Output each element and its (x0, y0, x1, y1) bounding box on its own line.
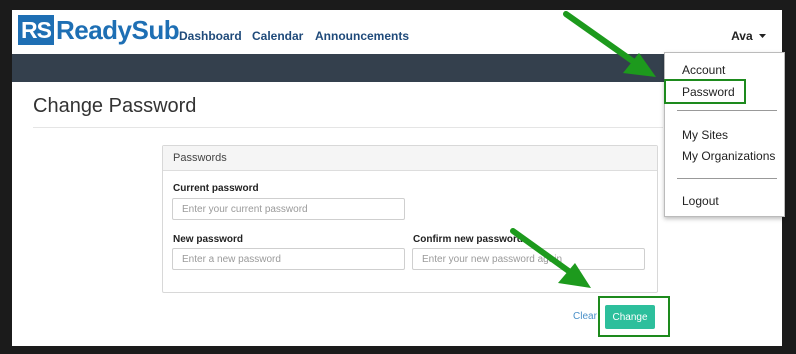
green-arrow-icon (510, 228, 591, 288)
